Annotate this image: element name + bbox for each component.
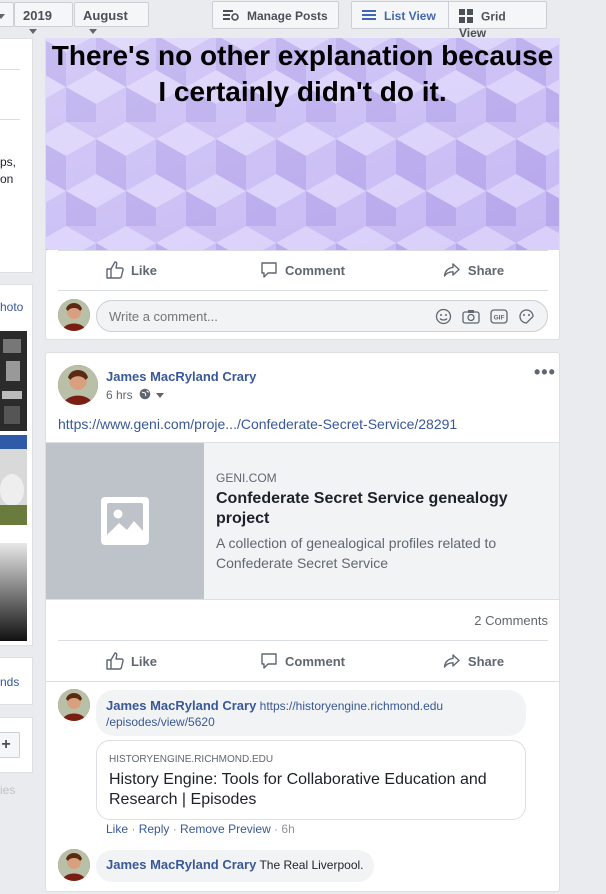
camera-icon[interactable]	[462, 308, 480, 325]
chevron-down-icon	[89, 29, 97, 35]
comment-like-link[interactable]: Like	[106, 822, 128, 836]
photos-link[interactable]: hoto	[0, 300, 23, 314]
meme-caption: There's no other explanation because I c…	[51, 40, 554, 107]
comment-icon	[261, 262, 277, 278]
comment-bubble: James MacRyland Crary https://historyeng…	[96, 690, 526, 736]
comment-input[interactable]	[109, 309, 409, 324]
like-label: Like	[130, 653, 157, 669]
like-icon	[106, 652, 124, 670]
image-placeholder-icon	[101, 497, 149, 545]
left-divider	[0, 119, 20, 120]
post-link-text[interactable]: https://www.geni.com/proje.../Confederat…	[58, 416, 457, 432]
share-label: Share	[467, 653, 505, 669]
comment-input-icons: GIF	[435, 308, 535, 325]
post-time[interactable]: 6 hrs	[106, 388, 133, 402]
avatar[interactable]	[58, 299, 90, 331]
comment-icon	[261, 653, 277, 669]
left-intro-fragment: on	[0, 172, 14, 186]
link-preview-card[interactable]: GENI.COM Confederate Secret Service gene…	[46, 442, 559, 600]
comment-preview-domain: HISTORYENGINE.RICHMOND.EDU	[109, 754, 274, 765]
comments-divider	[46, 681, 559, 682]
list-icon	[362, 9, 376, 24]
avatar[interactable]	[58, 849, 90, 881]
like-label: Like	[130, 262, 157, 278]
avatar[interactable]	[58, 365, 98, 405]
top-toolbar: 2019 August Manage Posts List View Grid …	[0, 0, 606, 40]
year-select-label: 2019	[23, 8, 52, 23]
chevron-down-icon	[29, 29, 37, 35]
left-footer-fragment: ies	[0, 783, 16, 797]
actions-divider	[58, 290, 548, 291]
photo-thumbnail[interactable]	[0, 331, 27, 431]
sticker-icon[interactable]	[518, 308, 535, 325]
month-select-label: August	[83, 8, 128, 23]
comment-button[interactable]: Comment	[217, 641, 388, 681]
comment-link[interactable]: https://historyengine.richmond.edu	[260, 699, 443, 713]
actions-divider	[58, 250, 548, 251]
photo-thumbnail[interactable]	[0, 543, 27, 641]
share-button[interactable]: Share	[388, 250, 559, 290]
link-preview-image	[46, 443, 204, 599]
chevron-down-icon	[0, 14, 5, 20]
add-button[interactable]: +	[0, 732, 20, 758]
comment-author-link[interactable]: James MacRyland Crary	[106, 698, 256, 713]
link-preview-description: A collection of genealogical profiles re…	[216, 535, 497, 571]
manage-posts-icon	[223, 9, 239, 24]
left-intro-fragment: ps,	[0, 155, 17, 169]
year-select[interactable]: 2019	[14, 2, 73, 35]
comment-label: Comment	[285, 262, 345, 278]
comment-label: Comment	[285, 653, 345, 669]
share-label: Share	[467, 262, 505, 278]
comment-bubble: James MacRyland Crary The Real Liverpool…	[96, 850, 374, 882]
remove-preview-link[interactable]: Remove Preview	[180, 822, 271, 836]
left-photos-card: hoto	[0, 284, 33, 646]
post-timestamp[interactable]: 6 hrs	[106, 388, 165, 403]
left-divider	[0, 69, 20, 70]
svg-text:GIF: GIF	[494, 315, 505, 322]
post-actions: Like Comment Share	[46, 641, 559, 681]
share-icon	[443, 654, 460, 668]
filter-select-partial[interactable]	[0, 2, 14, 27]
list-view-button[interactable]: List View	[351, 1, 449, 29]
comment-reply-link[interactable]: Reply	[139, 822, 170, 836]
manage-posts-label: Manage Posts	[247, 9, 328, 23]
like-button[interactable]: Like	[46, 250, 217, 290]
manage-posts-button[interactable]: Manage Posts	[212, 1, 339, 29]
left-friends-card: nds	[0, 657, 33, 705]
post-actions: Like Comment Share	[46, 250, 559, 290]
avatar[interactable]	[58, 689, 90, 721]
list-view-label: List View	[384, 9, 436, 23]
grid-view-button[interactable]: Grid View	[448, 1, 547, 40]
share-button[interactable]: Share	[388, 641, 559, 681]
comment-preview-title[interactable]: History Engine: Tools for Collaborative …	[109, 770, 509, 810]
comment-link[interactable]: /episodes/view/5620	[106, 715, 215, 729]
comment-link-preview[interactable]: HISTORYENGINE.RICHMOND.EDU History Engin…	[96, 740, 526, 820]
comment-author-link[interactable]: James MacRyland Crary	[106, 857, 256, 872]
left-add-card: +	[0, 717, 33, 773]
more-options-button[interactable]: •••	[534, 362, 556, 383]
link-preview-title[interactable]: Confederate Secret Service genealogy pro…	[216, 489, 536, 529]
globe-icon[interactable]	[139, 388, 151, 403]
comment-button[interactable]: Comment	[217, 250, 388, 290]
comments-count-link[interactable]: 2 Comments	[474, 613, 548, 628]
like-button[interactable]: Like	[46, 641, 217, 681]
audience-chevron-down-icon[interactable]	[156, 393, 165, 399]
like-icon	[106, 261, 124, 279]
gif-icon[interactable]: GIF	[490, 308, 508, 325]
grid-icon	[459, 9, 473, 26]
friends-link[interactable]: nds	[0, 675, 19, 689]
meme-image[interactable]: There's no other explanation because I c…	[46, 38, 559, 250]
month-select[interactable]: August	[74, 2, 149, 35]
post-author-link[interactable]: James MacRyland Crary	[106, 369, 256, 384]
comment-text: The Real Liverpool.	[259, 858, 364, 872]
comment-time[interactable]: 6h	[281, 822, 294, 836]
share-icon	[443, 263, 460, 277]
comment-input-container: GIF	[96, 300, 548, 332]
left-intro-card: ps, on	[0, 38, 33, 273]
emoji-icon[interactable]	[435, 308, 452, 325]
photo-thumbnail[interactable]	[0, 435, 27, 525]
link-preview-domain: GENI.COM	[216, 471, 277, 485]
comment-actions: Like · Reply · Remove Preview · 6h	[106, 822, 295, 836]
